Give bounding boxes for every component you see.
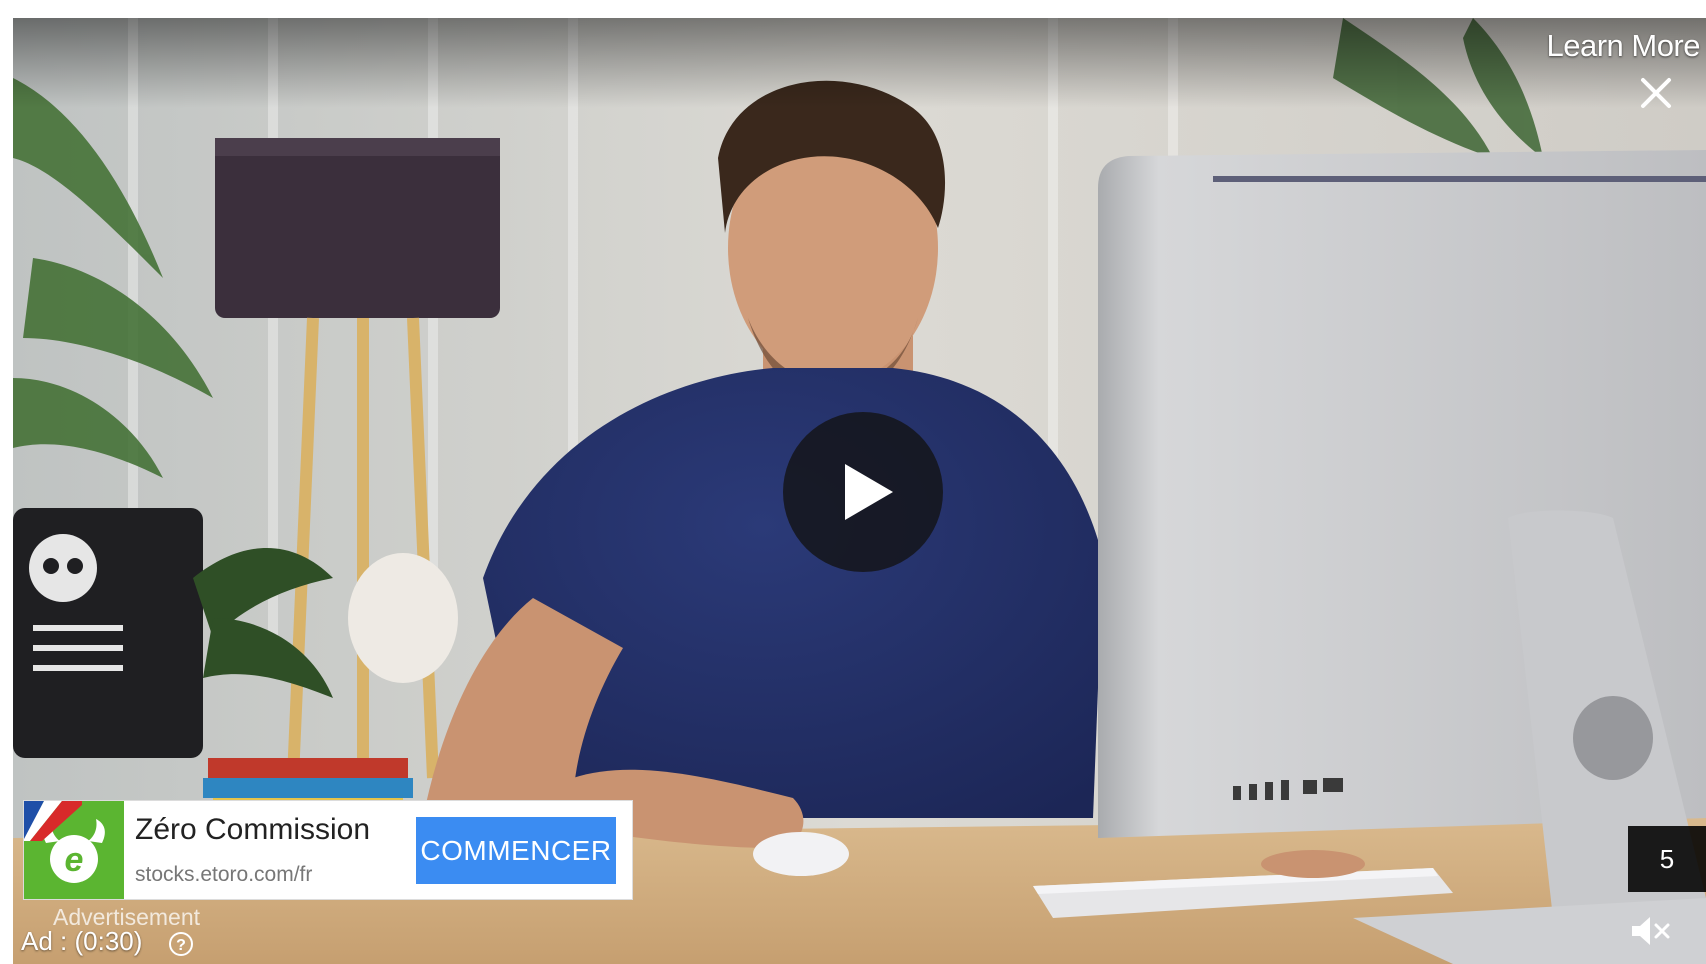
- etoro-logo-icon: e: [24, 801, 124, 899]
- ad-timer: Ad : (0:30): [21, 926, 143, 956]
- skip-countdown: 5: [1628, 826, 1706, 892]
- mute-button[interactable]: [1630, 914, 1676, 948]
- ad-title: Zéro Commission: [135, 813, 371, 846]
- svg-text:?: ?: [176, 937, 186, 954]
- commencer-button[interactable]: COMMENCER: [416, 817, 616, 884]
- french-flag-icon: [24, 801, 82, 841]
- learn-more-link[interactable]: Learn More: [1546, 28, 1700, 64]
- play-icon: [845, 464, 893, 520]
- video-player[interactable]: Learn More e Zéro Commission stocks.etor…: [13, 18, 1706, 964]
- play-button[interactable]: [783, 412, 943, 572]
- top-overlay-gradient: [13, 18, 1706, 108]
- help-icon: ?: [169, 932, 193, 956]
- ad-card[interactable]: e Zéro Commission stocks.etoro.com/fr CO…: [23, 800, 633, 900]
- close-button[interactable]: [1639, 76, 1673, 110]
- ad-url: stocks.etoro.com/fr: [135, 863, 313, 886]
- mute-icon: [1632, 917, 1670, 945]
- svg-text:e: e: [65, 841, 84, 879]
- help-button[interactable]: ?: [167, 930, 195, 958]
- close-icon: [1641, 78, 1671, 108]
